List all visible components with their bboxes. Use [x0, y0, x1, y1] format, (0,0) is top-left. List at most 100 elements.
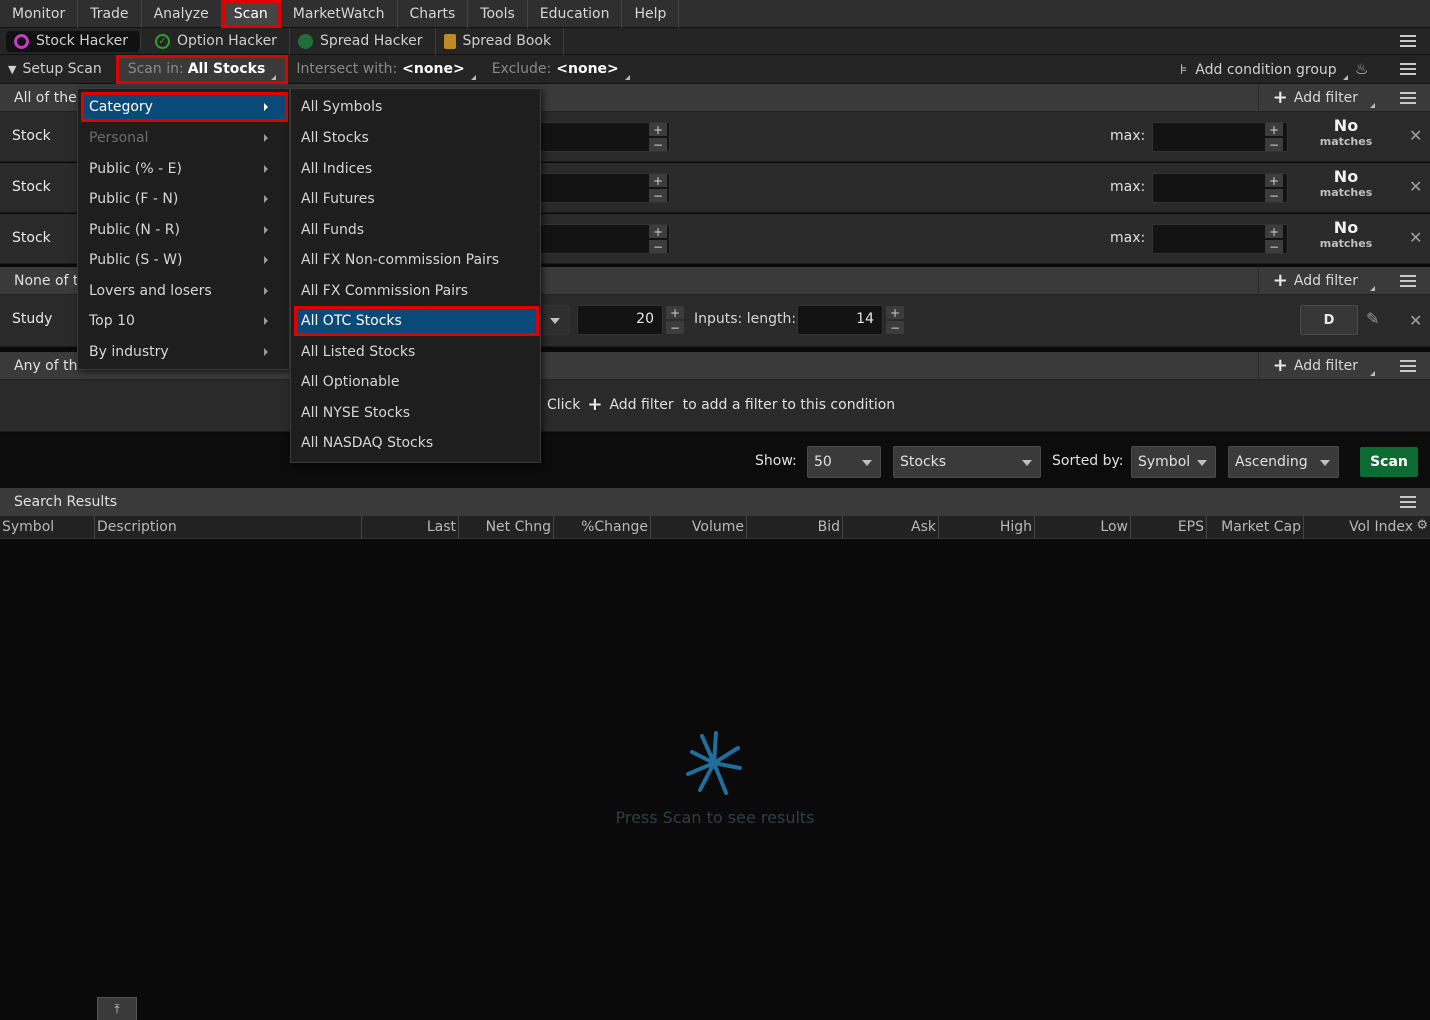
group-menu-icon[interactable] [1400, 275, 1416, 287]
plus-icon[interactable]: + [1265, 123, 1283, 136]
subtabs-menu-icon[interactable] [1400, 35, 1416, 47]
column-high[interactable]: High [1000, 519, 1032, 535]
column-separator[interactable] [1206, 516, 1207, 539]
show-count-select[interactable]: 50 [807, 446, 881, 478]
hint-add-filter[interactable]: Add filter [609, 397, 673, 413]
column-low[interactable]: Low [1100, 519, 1128, 535]
plus-icon[interactable]: + [666, 306, 684, 319]
min-stepper[interactable]: + − [649, 123, 667, 151]
menu-item-public-f-n[interactable]: Public (F - N) [81, 184, 288, 214]
column-bid[interactable]: Bid [818, 519, 840, 535]
menu-tools[interactable]: Tools [468, 0, 528, 28]
close-icon[interactable]: ✕ [1409, 228, 1422, 247]
menu-item-all-listed-stocks[interactable]: All Listed Stocks [294, 337, 539, 367]
column-separator[interactable] [458, 516, 459, 539]
tab-stock-hacker[interactable]: Stock Hacker [6, 30, 141, 52]
plus-icon[interactable]: + [886, 306, 904, 319]
close-icon[interactable]: ✕ [1409, 126, 1422, 145]
column-separator[interactable] [842, 516, 843, 539]
length-stepper[interactable]: + − [886, 306, 904, 334]
add-filter-button[interactable]: + Add filter [1257, 352, 1385, 380]
minus-icon[interactable]: − [666, 321, 684, 334]
column-eps[interactable]: EPS [1178, 519, 1204, 535]
menu-analyze[interactable]: Analyze [142, 0, 222, 28]
close-icon[interactable]: ✕ [1409, 177, 1422, 196]
length-input[interactable]: 14 [797, 305, 883, 335]
result-type-select[interactable]: Stocks [893, 446, 1041, 478]
minus-icon[interactable]: − [649, 189, 667, 202]
column-separator[interactable] [361, 516, 362, 539]
menu-item-public-n-r[interactable]: Public (N - R) [81, 215, 288, 245]
menu-item-top-10[interactable]: Top 10 [81, 306, 288, 336]
plus-icon[interactable]: + [649, 123, 667, 136]
menu-item-all-indices[interactable]: All Indices [294, 154, 539, 184]
plus-icon[interactable]: + [587, 396, 602, 414]
flame-icon[interactable]: ♨ [1355, 60, 1368, 78]
menu-help[interactable]: Help [622, 0, 680, 28]
close-icon[interactable]: ✕ [1409, 311, 1422, 330]
menu-item-all-optionable[interactable]: All Optionable [294, 367, 539, 397]
minus-icon[interactable]: − [1265, 189, 1283, 202]
menu-charts[interactable]: Charts [398, 0, 469, 28]
group-menu-icon[interactable] [1400, 92, 1416, 104]
menu-item-all-otc-stocks[interactable]: All OTC Stocks [294, 306, 539, 336]
column-symbol[interactable]: Symbol [2, 519, 54, 535]
max-stepper[interactable]: + − [1265, 174, 1283, 202]
menu-item-all-nasdaq-stocks[interactable]: All NASDAQ Stocks [294, 428, 539, 458]
column-ask[interactable]: Ask [911, 519, 936, 535]
column-market-cap[interactable]: Market Cap [1221, 519, 1301, 535]
menu-scan[interactable]: Scan [221, 0, 281, 28]
column-separator[interactable] [1034, 516, 1035, 539]
max-stepper[interactable]: + − [1265, 225, 1283, 253]
minus-icon[interactable]: − [649, 138, 667, 151]
gear-icon[interactable]: ⚙ [1416, 518, 1428, 533]
menu-item-fx-commission[interactable]: All FX Commission Pairs [294, 276, 539, 306]
add-condition-group-button[interactable]: ⊧ Add condition group [1172, 55, 1356, 84]
edit-pencil-icon[interactable]: ✎ [1366, 309, 1379, 328]
scan-button[interactable]: Scan [1360, 447, 1418, 477]
plus-icon[interactable]: + [649, 174, 667, 187]
minus-icon[interactable]: − [649, 240, 667, 253]
column-vol-index[interactable]: Vol Index [1349, 519, 1413, 535]
intersect-selector[interactable]: Intersect with: <none> [288, 55, 483, 84]
tab-spread-book[interactable]: Spread Book [436, 27, 565, 55]
menu-item-lovers-losers[interactable]: Lovers and losers [81, 276, 288, 306]
menu-education[interactable]: Education [528, 0, 623, 28]
menu-item-by-industry[interactable]: By industry [81, 337, 288, 367]
results-menu-icon[interactable] [1400, 496, 1416, 508]
menu-item-all-symbols[interactable]: All Symbols [294, 92, 539, 122]
column-separator[interactable] [94, 516, 95, 539]
min-stepper[interactable]: + − [649, 174, 667, 202]
sort-field-select[interactable]: Symbol [1131, 446, 1216, 478]
column-separator[interactable] [1130, 516, 1131, 539]
menu-marketwatch[interactable]: MarketWatch [281, 0, 398, 28]
study-value-input[interactable]: 20 [577, 305, 663, 335]
plus-icon[interactable]: + [649, 225, 667, 238]
setup-menu-icon[interactable] [1400, 63, 1416, 75]
menu-trade[interactable]: Trade [78, 0, 142, 28]
aggregation-button[interactable]: D [1300, 305, 1358, 335]
group-menu-icon[interactable] [1400, 360, 1416, 372]
menu-monitor[interactable]: Monitor [0, 0, 79, 28]
add-filter-button[interactable]: + Add filter [1257, 84, 1385, 112]
column-separator[interactable] [553, 516, 554, 539]
max-stepper[interactable]: + − [1265, 123, 1283, 151]
menu-item-all-nyse-stocks[interactable]: All NYSE Stocks [294, 398, 539, 428]
menu-item-public-pct-e[interactable]: Public (% - E) [81, 154, 288, 184]
column-net-chng[interactable]: Net Chng [486, 519, 551, 535]
min-stepper[interactable]: + − [649, 225, 667, 253]
scan-in-selector[interactable]: Scan in: All Stocks [115, 54, 289, 84]
menu-item-category[interactable]: Category [81, 92, 288, 122]
column-separator[interactable] [650, 516, 651, 539]
menu-item-public-s-w[interactable]: Public (S - W) [81, 245, 288, 275]
column-separator[interactable] [746, 516, 747, 539]
column-description[interactable]: Description [97, 519, 177, 535]
add-filter-button[interactable]: + Add filter [1257, 267, 1385, 295]
study-value-stepper[interactable]: + − [666, 306, 684, 334]
column-last[interactable]: Last [427, 519, 456, 535]
study-dropdown[interactable] [540, 305, 570, 335]
minus-icon[interactable]: − [1265, 240, 1283, 253]
minus-icon[interactable]: − [1265, 138, 1283, 151]
column-separator[interactable] [1303, 516, 1304, 539]
minus-icon[interactable]: − [886, 321, 904, 334]
